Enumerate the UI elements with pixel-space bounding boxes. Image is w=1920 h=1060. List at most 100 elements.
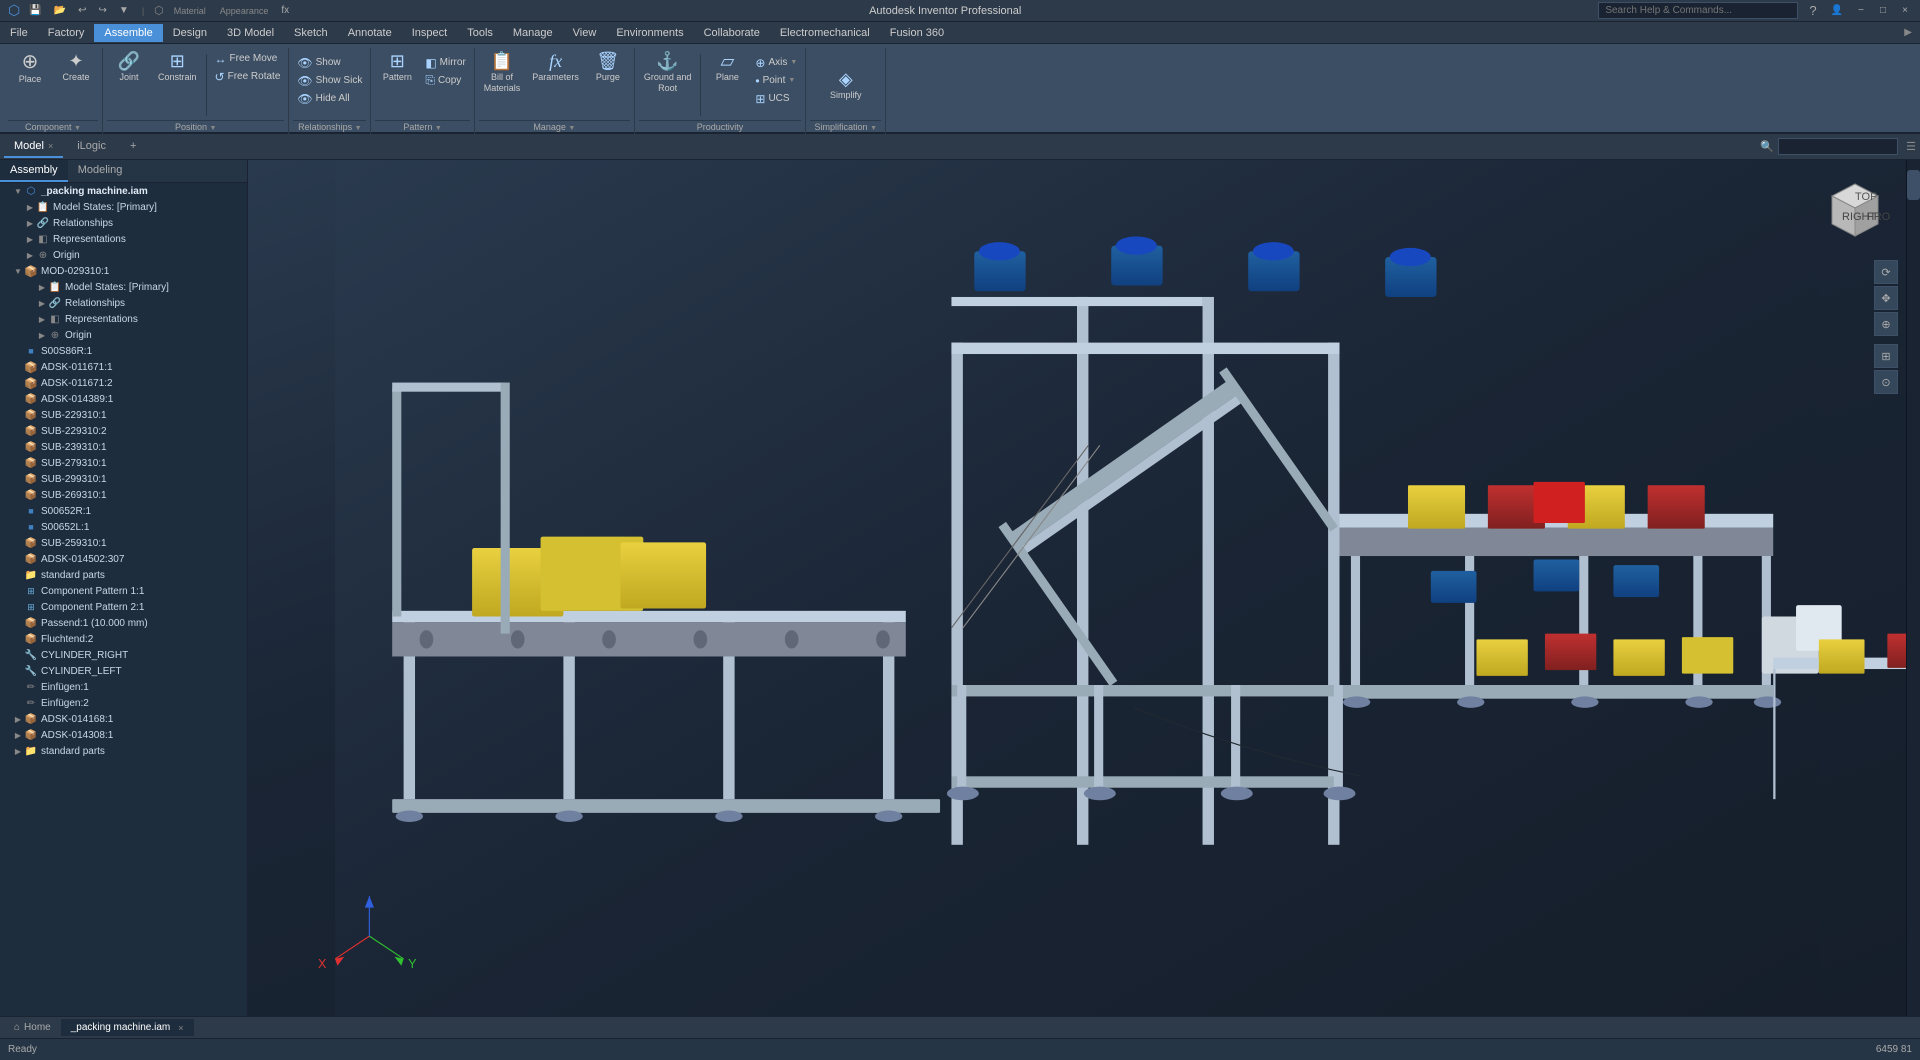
menu-electromechanical[interactable]: Electromechanical — [770, 24, 880, 42]
quick-undo[interactable]: ↩ — [75, 4, 89, 17]
menu-sketch[interactable]: Sketch — [284, 24, 338, 42]
tree-model-states[interactable]: ▶ 📋 Model States: [Primary] — [0, 199, 247, 215]
tab-ilogic[interactable]: iLogic — [67, 136, 116, 158]
show-button[interactable]: 👁 Show — [293, 54, 366, 71]
tree-adsk-014502[interactable]: ▶ 📦 ADSK-014502:307 — [0, 551, 247, 567]
tree-standard-parts-1[interactable]: ▶ 📁 standard parts — [0, 567, 247, 583]
representations-toggle-1[interactable]: ▶ — [24, 233, 36, 245]
menu-environments[interactable]: Environments — [606, 24, 693, 42]
hide-all-button[interactable]: 👁 Hide All — [293, 90, 366, 107]
tree-relationships-sub[interactable]: ▶ 🔗 Relationships — [0, 295, 247, 311]
tree-s00652r[interactable]: ▶ ■ S00652R:1 — [0, 503, 247, 519]
relationships-sub-toggle[interactable]: ▶ — [36, 297, 48, 309]
formula-btn[interactable]: fx — [278, 4, 292, 17]
representations-sub-toggle[interactable]: ▶ — [36, 313, 48, 325]
axis-button[interactable]: ⊕ Axis ▼ — [751, 54, 801, 71]
tree-einfuegen-2[interactable]: ▶ ✏ Einfügen:2 — [0, 695, 247, 711]
tree-standard-parts-2[interactable]: ▶ 📁 standard parts — [0, 743, 247, 759]
quick-redo[interactable]: ↪ — [96, 4, 110, 17]
tree-adsk-014168[interactable]: ▶ 📦 ADSK-014168:1 — [0, 711, 247, 727]
mirror-button[interactable]: ◧ Mirror — [421, 54, 469, 71]
file-tab-close[interactable]: × — [178, 1023, 183, 1033]
close-button[interactable]: × — [1898, 4, 1912, 18]
tree-sub-299310[interactable]: ▶ 📦 SUB-299310:1 — [0, 471, 247, 487]
origin-sub-toggle[interactable]: ▶ — [36, 329, 48, 341]
tab-model-close[interactable]: × — [48, 141, 53, 151]
sp2-toggle[interactable]: ▶ — [12, 745, 24, 757]
pan-button[interactable]: ✥ — [1874, 286, 1898, 310]
tree-comp-pattern-2[interactable]: ▶ ⊞ Component Pattern 2:1 — [0, 599, 247, 615]
tree-relationships-1[interactable]: ▶ 🔗 Relationships — [0, 215, 247, 231]
tree-representations-sub[interactable]: ▶ ◧ Representations — [0, 311, 247, 327]
tree-model-states-sub[interactable]: ▶ 📋 Model States: [Primary] — [0, 279, 247, 295]
tree-sub-229310-1[interactable]: ▶ 📦 SUB-229310:1 — [0, 407, 247, 423]
scrollbar-thumb[interactable] — [1907, 170, 1920, 200]
zoom-button[interactable]: ⊕ — [1874, 312, 1898, 336]
model-states-toggle[interactable]: ▶ — [24, 201, 36, 213]
relationships-toggle-1[interactable]: ▶ — [24, 217, 36, 229]
tree-root[interactable]: ▼ ⬡ _packing machine.iam — [0, 183, 247, 199]
a168-toggle[interactable]: ▶ — [12, 713, 24, 725]
look-at-button[interactable]: ⊙ — [1874, 370, 1898, 394]
search-input[interactable] — [1598, 2, 1798, 19]
origin-toggle-1[interactable]: ▶ — [24, 249, 36, 261]
zoom-all-button[interactable]: ⊞ — [1874, 344, 1898, 368]
bottom-tab-file[interactable]: _packing machine.iam × — [61, 1019, 194, 1036]
maximize-button[interactable]: □ — [1876, 4, 1890, 18]
create-button[interactable]: ✦ Create — [54, 50, 98, 85]
tree-fluchtend[interactable]: ▶ 📦 Fluchtend:2 — [0, 631, 247, 647]
account-icon[interactable]: 👤 — [1828, 4, 1846, 17]
a308-toggle[interactable]: ▶ — [12, 729, 24, 741]
quick-save[interactable]: 💾 — [26, 4, 44, 17]
menu-icon[interactable]: ☰ — [1906, 140, 1916, 153]
menu-file[interactable]: File — [0, 24, 38, 42]
place-button[interactable]: ⊕ Place — [8, 50, 52, 87]
tab-model[interactable]: Model × — [4, 136, 63, 158]
tree-origin-1[interactable]: ▶ ⊕ Origin — [0, 247, 247, 263]
pattern-button[interactable]: ⊞ Pattern — [375, 50, 419, 85]
menu-factory[interactable]: Factory — [38, 24, 95, 42]
tree-sub-229310-2[interactable]: ▶ 📦 SUB-229310:2 — [0, 423, 247, 439]
tree-origin-sub[interactable]: ▶ ⊕ Origin — [0, 327, 247, 343]
tree-adsk-014389[interactable]: ▶ 📦 ADSK-014389:1 — [0, 391, 247, 407]
ucs-button[interactable]: ⊞ UCS — [751, 90, 801, 107]
bottom-tab-home[interactable]: ⌂ Home — [4, 1019, 61, 1036]
menu-assemble[interactable]: Assemble — [94, 24, 162, 42]
constrain-button[interactable]: ⊞ Constrain — [153, 50, 202, 85]
orbit-button[interactable]: ⟳ — [1874, 260, 1898, 284]
tree-adsk-011671-1[interactable]: ▶ 📦 ADSK-011671:1 — [0, 359, 247, 375]
menu-inspect[interactable]: Inspect — [402, 24, 457, 42]
simplify-button[interactable]: ◈ Simplify — [824, 68, 868, 103]
tree-sub-269310[interactable]: ▶ 📦 SUB-269310:1 — [0, 487, 247, 503]
tree-comp-pattern-1[interactable]: ▶ ⊞ Component Pattern 1:1 — [0, 583, 247, 599]
bom-button[interactable]: 📋 Bill ofMaterials — [479, 50, 526, 96]
minimize-button[interactable]: − — [1854, 4, 1868, 18]
plane-button[interactable]: ▱ Plane — [705, 50, 749, 85]
joint-button[interactable]: 🔗 Joint — [107, 50, 151, 85]
menu-view[interactable]: View — [563, 24, 607, 42]
tree-sub-259310[interactable]: ▶ 📦 SUB-259310:1 — [0, 535, 247, 551]
menu-tools[interactable]: Tools — [457, 24, 503, 42]
sidebar-tab-modeling[interactable]: Modeling — [68, 160, 133, 182]
tree-s00652l[interactable]: ▶ ■ S00652L:1 — [0, 519, 247, 535]
filter-search-input[interactable] — [1778, 138, 1898, 155]
show-sick-button[interactable]: 👁 Show Sick — [293, 72, 366, 89]
menu-3dmodel[interactable]: 3D Model — [217, 24, 284, 42]
viewport[interactable]: X Y TOP — [248, 160, 1906, 1016]
free-move-button[interactable]: ↔ Free Move — [211, 50, 285, 67]
tree-mod-029310[interactable]: ▼ 📦 MOD-029310:1 — [0, 263, 247, 279]
tree-s00s86r[interactable]: ▶ ■ S00S86R:1 — [0, 343, 247, 359]
tree-adsk-014308[interactable]: ▶ 📦 ADSK-014308:1 — [0, 727, 247, 743]
tree-adsk-011671-2[interactable]: ▶ 📦 ADSK-011671:2 — [0, 375, 247, 391]
menu-annotate[interactable]: Annotate — [338, 24, 402, 42]
menu-collaborate[interactable]: Collaborate — [694, 24, 770, 42]
quick-open[interactable]: 📂 — [51, 4, 69, 17]
sidebar-tab-assembly[interactable]: Assembly — [0, 160, 68, 182]
ground-root-button[interactable]: ⚓ Ground andRoot — [639, 50, 697, 96]
tree-cylinder-right[interactable]: ▶ 🔧 CYLINDER_RIGHT — [0, 647, 247, 663]
tab-add[interactable]: + — [120, 136, 146, 158]
menu-design[interactable]: Design — [163, 24, 217, 42]
mod-toggle[interactable]: ▼ — [12, 265, 24, 277]
point-button[interactable]: • Point ▼ — [751, 72, 801, 89]
right-scrollbar[interactable] — [1906, 160, 1920, 1016]
